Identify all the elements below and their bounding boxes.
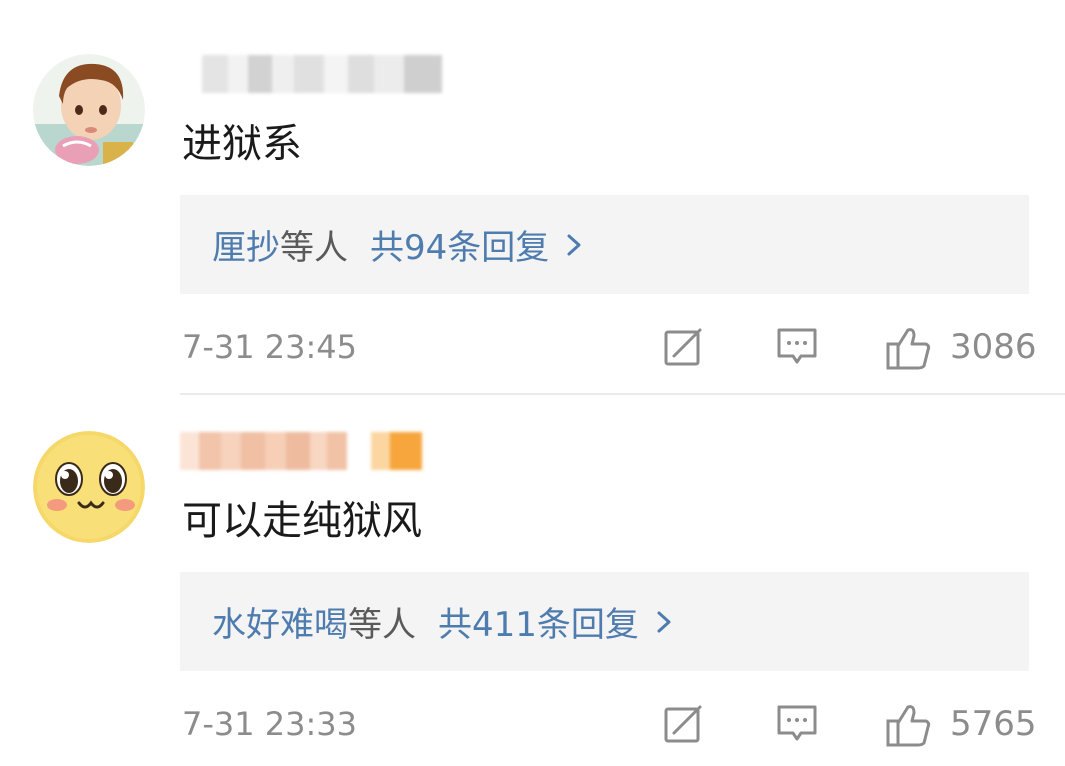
comment-text: 进狱系 (182, 121, 302, 167)
reply-count[interactable]: 共94条回复 (370, 220, 549, 269)
username-blurred[interactable] (180, 55, 442, 93)
repost-edit-icon[interactable] (662, 701, 706, 745)
like-count: 3086 (950, 327, 1037, 367)
cute-emoji-face-avatar-icon (33, 431, 145, 543)
chevron-right-icon (567, 234, 581, 255)
user-avatar[interactable] (33, 54, 145, 166)
comment-item: 进狱系 厘抄 等人 共94条回复 7-31 23:45 3086 (0, 0, 1065, 395)
reply-summary[interactable]: 厘抄 等人 共94条回复 (180, 195, 1029, 294)
comment-icon[interactable] (775, 324, 819, 368)
comment-icon[interactable] (775, 701, 819, 745)
child-photo-avatar-icon (33, 54, 145, 166)
username-blurred[interactable] (180, 432, 442, 470)
user-avatar[interactable] (33, 431, 145, 543)
comment-time: 7-31 23:45 (182, 328, 358, 366)
repost-edit-icon[interactable] (662, 324, 706, 368)
reply-users-suffix: 等人 (348, 605, 416, 645)
reply-count[interactable]: 共411条回复 (438, 597, 639, 646)
reply-users[interactable]: 水好难喝 (212, 597, 348, 646)
comment-item: 可以走纯狱风 水好难喝 等人 共411条回复 7-31 23:33 5765 (0, 395, 1065, 766)
reply-summary[interactable]: 水好难喝 等人 共411条回复 (180, 572, 1029, 671)
chevron-right-icon (657, 611, 671, 632)
like-count: 5765 (950, 704, 1037, 744)
reply-users-suffix: 等人 (280, 228, 348, 268)
comment-text: 可以走纯狱风 (182, 498, 422, 544)
comment-time: 7-31 23:33 (182, 705, 358, 743)
thumbs-up-icon[interactable] (884, 701, 932, 749)
thumbs-up-icon[interactable] (884, 324, 932, 372)
reply-users[interactable]: 厘抄 (212, 220, 280, 269)
